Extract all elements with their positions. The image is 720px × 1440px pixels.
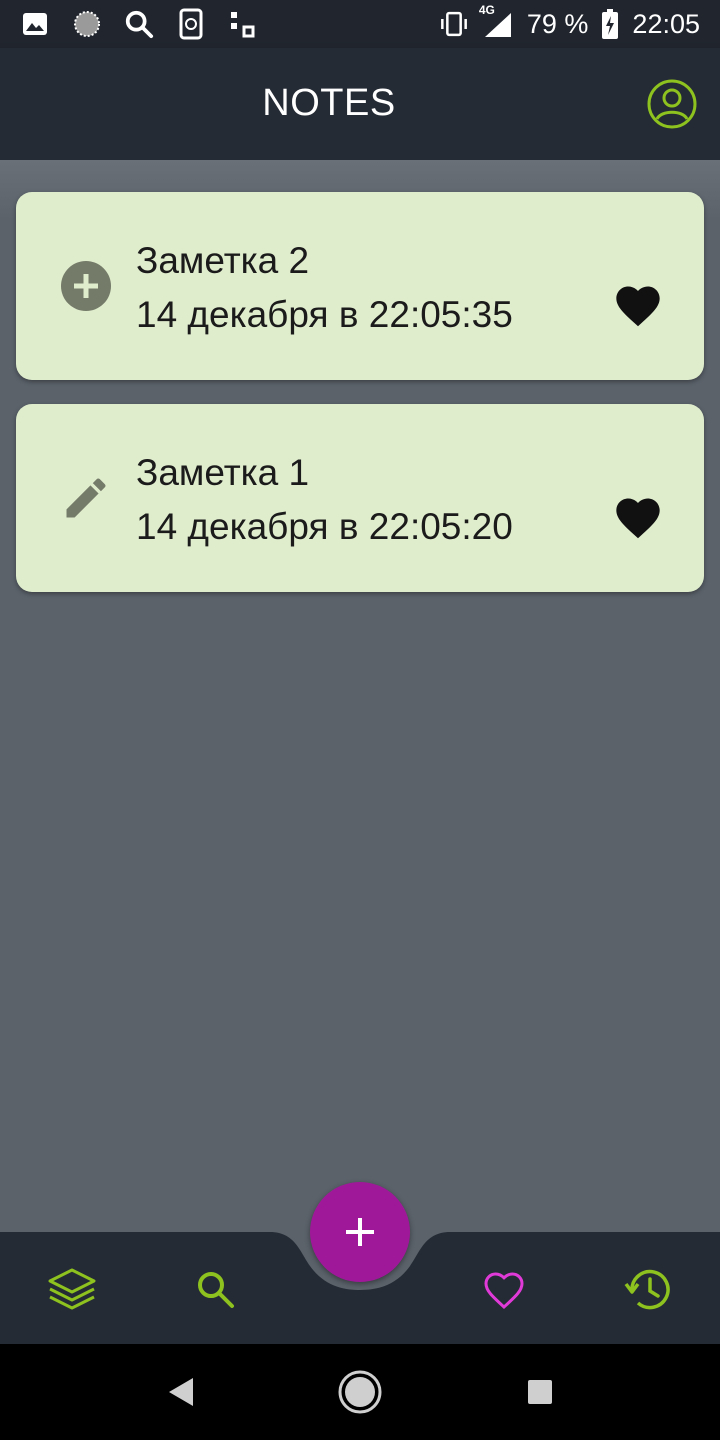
signal-icon: 4G xyxy=(479,3,515,39)
note-title: Заметка 1 xyxy=(136,452,310,493)
nav-history-button[interactable] xyxy=(620,1262,676,1318)
network-label: 4G xyxy=(478,3,495,17)
heart-filled-icon[interactable] xyxy=(612,280,664,332)
home-circle-icon xyxy=(338,1370,382,1414)
search-icon xyxy=(198,1272,234,1308)
plus-icon xyxy=(346,1218,374,1246)
battery-charging-icon xyxy=(600,9,620,39)
nav-favorites-button[interactable] xyxy=(476,1262,532,1318)
note-date: 14 декабря в 22:05:20 xyxy=(136,506,513,547)
history-icon xyxy=(624,1269,670,1310)
back-triangle-icon xyxy=(169,1378,193,1406)
vibrate-icon xyxy=(439,9,469,39)
add-circle-icon xyxy=(61,261,111,311)
recents-button[interactable] xyxy=(516,1368,564,1416)
note-date: 14 декабря в 22:05:35 xyxy=(136,294,513,335)
heart-filled-icon[interactable] xyxy=(612,492,664,544)
loading-icon xyxy=(72,9,102,39)
notes-list[interactable]: Заметка 2 14 декабря в 22:05:35 Заметка … xyxy=(0,160,720,1232)
nav-layers-button[interactable] xyxy=(44,1262,100,1318)
add-note-button[interactable] xyxy=(310,1182,410,1282)
app-bar: NOTES xyxy=(0,48,720,160)
search-icon xyxy=(124,9,154,39)
battery-percent: 79 % xyxy=(526,8,589,39)
back-button[interactable] xyxy=(156,1368,204,1416)
status-bar: 4G 79 % 22:05 xyxy=(0,0,720,48)
qr-icon xyxy=(228,9,258,39)
nav-search-button[interactable] xyxy=(188,1262,244,1318)
profile-button[interactable] xyxy=(646,78,698,130)
image-icon xyxy=(20,9,50,39)
page-title: NOTES xyxy=(262,82,396,124)
clock: 22:05 xyxy=(632,8,700,39)
sync-icon xyxy=(176,8,206,40)
account-circle-icon xyxy=(647,79,697,129)
heart-outline-icon xyxy=(484,1272,524,1310)
note-card[interactable]: Заметка 2 14 декабря в 22:05:35 xyxy=(16,192,704,380)
home-button[interactable] xyxy=(336,1368,384,1416)
system-navigation-bar xyxy=(0,1344,720,1440)
note-card[interactable]: Заметка 1 14 декабря в 22:05:20 xyxy=(16,404,704,592)
recents-square-icon xyxy=(528,1380,552,1404)
layers-icon xyxy=(48,1268,96,1310)
note-title: Заметка 2 xyxy=(136,240,310,281)
edit-pencil-icon xyxy=(66,478,106,518)
